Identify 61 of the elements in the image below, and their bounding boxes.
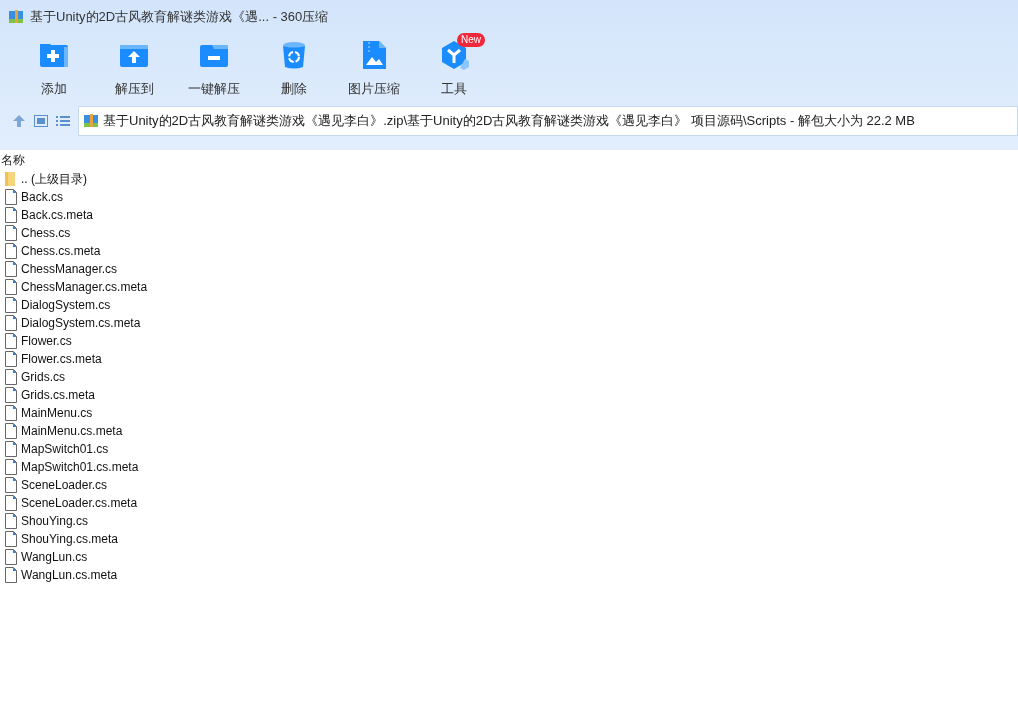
file-row[interactable]: Flower.cs.meta (0, 350, 102, 368)
file-icon (3, 333, 19, 349)
toolbar-button[interactable]: 删除 (254, 33, 334, 99)
file-row[interactable]: Back.cs (0, 188, 63, 206)
file-icon (3, 441, 19, 457)
file-row[interactable]: .. (上级目录) (0, 170, 87, 188)
file-row[interactable]: ShouYing.cs.meta (0, 530, 118, 548)
file-icon (3, 531, 19, 547)
file-row[interactable]: ChessManager.cs.meta (0, 278, 148, 296)
window-title: 基于Unity的2D古风教育解谜类游戏《遇... - 360压缩 (30, 7, 329, 26)
file-icon (3, 459, 19, 475)
thumbnail-view-icon[interactable] (34, 115, 48, 127)
file-row[interactable]: Back.cs.meta (0, 206, 94, 224)
file-row[interactable]: DialogSystem.cs.meta (0, 314, 141, 332)
list-view-icon[interactable] (56, 115, 70, 127)
file-row[interactable]: DialogSystem.cs (0, 296, 111, 314)
file-icon (3, 225, 19, 241)
file-icon (3, 243, 19, 259)
file-row[interactable]: MapSwitch01.cs.meta (0, 458, 139, 476)
file-icon (3, 207, 19, 223)
column-header[interactable]: 名称 (0, 151, 25, 169)
file-icon (3, 567, 19, 583)
file-row[interactable]: Chess.cs.meta (0, 242, 101, 260)
file-row[interactable]: MainMenu.cs (0, 404, 93, 422)
toolbar-button[interactable]: 图片压缩 (334, 33, 414, 99)
file-icon (3, 477, 19, 493)
file-icon (3, 369, 19, 385)
file-row[interactable]: Chess.cs (0, 224, 71, 242)
address-bar[interactable]: 基于Unity的2D古风教育解谜类游戏《遇见李白》.zip\基于Unity的2D古风教育解谜类游戏《遇见李白》 项目源码\Scripts - 解包大小为 22.2 MB (78, 106, 1018, 136)
toolbar-button[interactable]: 解压到 (94, 33, 174, 99)
file-row[interactable]: MainMenu.cs.meta (0, 422, 123, 440)
toolbar-button[interactable]: 一键解压 (174, 33, 254, 99)
file-row[interactable]: Grids.cs (0, 368, 65, 386)
file-row[interactable]: SceneLoader.cs (0, 476, 108, 494)
file-icon (3, 297, 19, 313)
up-arrow-icon[interactable] (12, 114, 26, 128)
file-icon (3, 189, 19, 205)
file-row[interactable]: Flower.cs (0, 332, 72, 350)
toolbar-button[interactable]: 添加 (14, 33, 94, 99)
file-icon (3, 405, 19, 421)
file-icon (3, 513, 19, 529)
file-icon (3, 351, 19, 367)
file-row[interactable]: WangLun.cs.meta (0, 566, 118, 584)
new-badge: New (457, 33, 485, 47)
file-icon (3, 279, 19, 295)
file-row[interactable]: SceneLoader.cs.meta (0, 494, 138, 512)
file-icon (3, 387, 19, 403)
file-row[interactable]: ShouYing.cs (0, 512, 88, 530)
file-icon (3, 549, 19, 565)
file-icon (3, 315, 19, 331)
file-row[interactable]: Grids.cs.meta (0, 386, 95, 404)
file-row[interactable]: WangLun.cs (0, 548, 88, 566)
file-row[interactable]: ChessManager.cs (0, 260, 118, 278)
file-icon (3, 495, 19, 511)
archive-icon (83, 113, 99, 129)
archive-path: 基于Unity的2D古风教育解谜类游戏《遇见李白》.zip\基于Unity的2D古风教育解谜类游戏《遇见李白》 项目源码\Scripts - 解包大小为 22.2 MB (103, 112, 915, 131)
file-icon (3, 423, 19, 439)
file-icon (3, 261, 19, 277)
file-row[interactable]: MapSwitch01.cs (0, 440, 109, 458)
app-logo-icon (8, 8, 24, 25)
toolbar-button[interactable]: New 工具 (414, 33, 494, 99)
